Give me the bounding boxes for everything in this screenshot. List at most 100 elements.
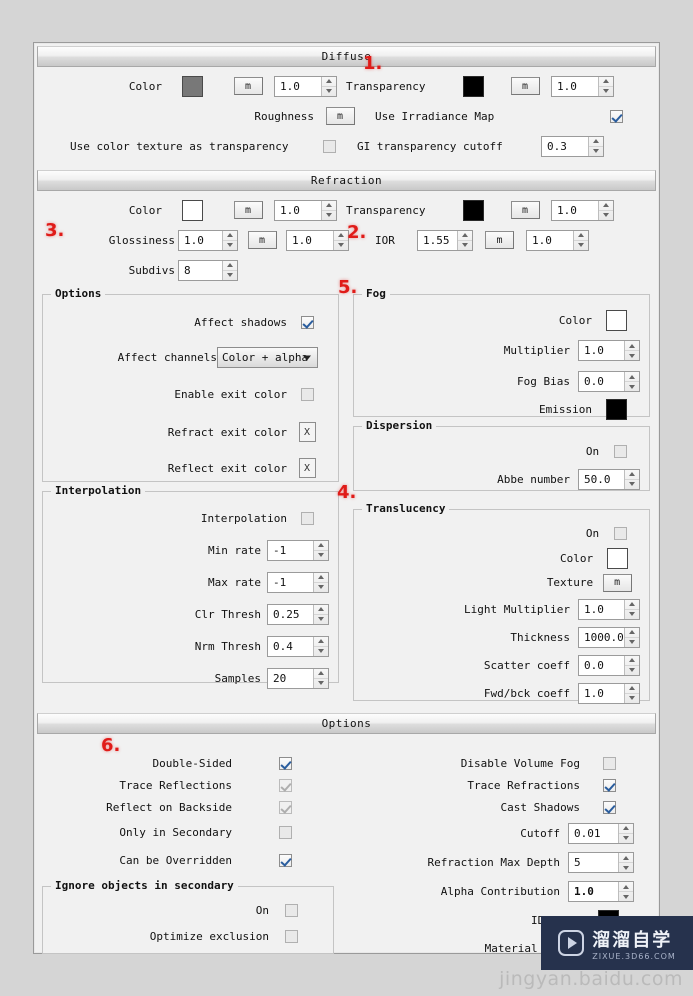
option-checkbox[interactable]	[278, 853, 292, 867]
spinner-up-icon[interactable]	[314, 669, 328, 679]
spinner-up-icon[interactable]	[314, 637, 328, 647]
spinner-up-icon[interactable]	[625, 684, 639, 694]
option-checkbox[interactable]	[278, 800, 292, 814]
spinner-down-icon[interactable]	[625, 638, 639, 647]
scatter-coeff-value[interactable]: 0.0	[579, 655, 624, 675]
thickness-spinner[interactable]: 1000.0	[578, 626, 640, 648]
light-multiplier-value[interactable]: 1.0	[579, 599, 624, 619]
spinner-arrows[interactable]	[313, 572, 328, 592]
spinner-arrows[interactable]	[618, 882, 633, 901]
translucency-texture-map-button[interactable]: m	[602, 573, 632, 592]
nrm-thresh-spinner[interactable]: 0.4	[267, 635, 329, 657]
refract-exit-color-button[interactable]: X	[298, 422, 316, 442]
refraction-transparency-swatch[interactable]	[462, 199, 484, 221]
alpha-contribution-spinner[interactable]: 1.0	[568, 881, 634, 902]
spinner-arrows[interactable]	[598, 200, 613, 220]
spinner-up-icon[interactable]	[458, 231, 472, 241]
diffuse-color-map-button[interactable]: m	[233, 77, 263, 95]
dispersion-on-checkbox[interactable]	[613, 444, 627, 458]
diffuse-transparency-swatch[interactable]	[462, 75, 484, 97]
spinner-up-icon[interactable]	[322, 77, 336, 87]
spinner-arrows[interactable]	[624, 683, 639, 703]
optimize-exclusion-checkbox[interactable]	[284, 929, 298, 943]
spinner-arrows[interactable]	[624, 341, 639, 360]
fog-bias-value[interactable]: 0.0	[579, 372, 624, 391]
spinner-arrows[interactable]	[624, 655, 639, 675]
spinner-up-icon[interactable]	[625, 470, 639, 480]
spinner-down-icon[interactable]	[223, 241, 237, 250]
spinner-up-icon[interactable]	[625, 341, 639, 351]
spinner-arrows[interactable]	[598, 76, 613, 96]
spinner-down-icon[interactable]	[322, 211, 336, 220]
diffuse-color-amount-spinner[interactable]: 1.0	[274, 75, 337, 97]
affect-shadows-checkbox[interactable]	[300, 315, 314, 329]
option-checkbox[interactable]	[278, 778, 292, 792]
refraction-ior-map-button[interactable]: m	[485, 231, 514, 249]
spinner-arrows[interactable]	[222, 260, 237, 280]
refraction-transparency-amount-value[interactable]: 1.0	[552, 200, 598, 220]
spinner-down-icon[interactable]	[619, 834, 633, 843]
abbe-number-spinner[interactable]: 50.0	[578, 468, 640, 490]
spinner-arrows[interactable]	[313, 668, 328, 688]
fog-color-swatch[interactable]	[605, 309, 627, 331]
spinner-arrows[interactable]	[313, 604, 328, 624]
refraction-ior-spinner[interactable]: 1.55	[417, 229, 473, 251]
fog-bias-spinner[interactable]: 0.0	[578, 371, 640, 392]
abbe-number-value[interactable]: 50.0	[579, 469, 624, 489]
spinner-down-icon[interactable]	[599, 87, 613, 96]
samples-value[interactable]: 20	[268, 668, 313, 688]
spinner-down-icon[interactable]	[314, 647, 328, 656]
refraction-glossiness-spinner[interactable]: 1.0	[178, 229, 238, 251]
spinner-down-icon[interactable]	[599, 211, 613, 220]
refraction-color-amount-spinner[interactable]: 1.0	[274, 199, 337, 221]
option-checkbox[interactable]	[602, 800, 616, 814]
spinner-arrows[interactable]	[313, 636, 328, 656]
spinner-arrows[interactable]	[573, 230, 588, 250]
diffuse-color-amount-value[interactable]: 1.0	[275, 76, 321, 96]
refraction-glossiness-amount-spinner[interactable]: 1.0	[286, 229, 349, 251]
refraction-color-map-button[interactable]: m	[233, 201, 263, 219]
spinner-up-icon[interactable]	[619, 824, 633, 834]
enable-exit-color-checkbox[interactable]	[300, 388, 314, 401]
spinner-arrows[interactable]	[588, 136, 603, 156]
section-header-refraction[interactable]: Refraction	[37, 170, 656, 191]
clr-thresh-spinner[interactable]: 0.25	[267, 603, 329, 625]
spinner-down-icon[interactable]	[625, 351, 639, 360]
diffuse-color-swatch[interactable]	[181, 75, 203, 97]
option-checkbox[interactable]	[278, 756, 292, 770]
diffuse-gi-cutoff-spinner[interactable]: 0.3	[541, 135, 604, 157]
spinner-arrows[interactable]	[333, 230, 348, 250]
fwdbck-coeff-value[interactable]: 1.0	[579, 683, 624, 703]
spinner-up-icon[interactable]	[334, 231, 348, 241]
spinner-down-icon[interactable]	[619, 863, 633, 872]
refraction-max-depth-value[interactable]: 5	[569, 853, 618, 872]
spinner-down-icon[interactable]	[619, 892, 633, 901]
samples-spinner[interactable]: 20	[267, 667, 329, 689]
spinner-arrows[interactable]	[313, 540, 328, 560]
nrm-thresh-value[interactable]: 0.4	[268, 636, 313, 656]
spinner-down-icon[interactable]	[322, 87, 336, 96]
option-checkbox[interactable]	[602, 756, 616, 770]
diffuse-use-color-texture-checkbox[interactable]	[322, 139, 336, 153]
option-checkbox[interactable]	[278, 825, 292, 839]
diffuse-transparency-amount-value[interactable]: 1.0	[552, 76, 598, 96]
refraction-color-amount-value[interactable]: 1.0	[275, 200, 321, 220]
spinner-down-icon[interactable]	[334, 241, 348, 250]
max-rate-value[interactable]: -1	[268, 572, 313, 592]
spinner-up-icon[interactable]	[599, 201, 613, 211]
cutoff-spinner[interactable]: 0.01	[568, 822, 634, 844]
spinner-arrows[interactable]	[624, 469, 639, 489]
spinner-arrows[interactable]	[618, 853, 633, 872]
refraction-color-swatch[interactable]	[181, 199, 203, 221]
fog-multiplier-value[interactable]: 1.0	[579, 341, 624, 360]
refraction-transparency-amount-spinner[interactable]: 1.0	[551, 199, 614, 221]
spinner-arrows[interactable]	[618, 823, 633, 843]
spinner-up-icon[interactable]	[574, 231, 588, 241]
cutoff-value[interactable]: 0.01	[569, 823, 618, 843]
refraction-glossiness-value[interactable]: 1.0	[179, 230, 222, 250]
translucency-on-checkbox[interactable]	[613, 526, 627, 540]
spinner-up-icon[interactable]	[619, 882, 633, 892]
scatter-coeff-spinner[interactable]: 0.0	[578, 654, 640, 676]
fog-emission-swatch[interactable]	[605, 399, 627, 420]
spinner-up-icon[interactable]	[314, 573, 328, 583]
